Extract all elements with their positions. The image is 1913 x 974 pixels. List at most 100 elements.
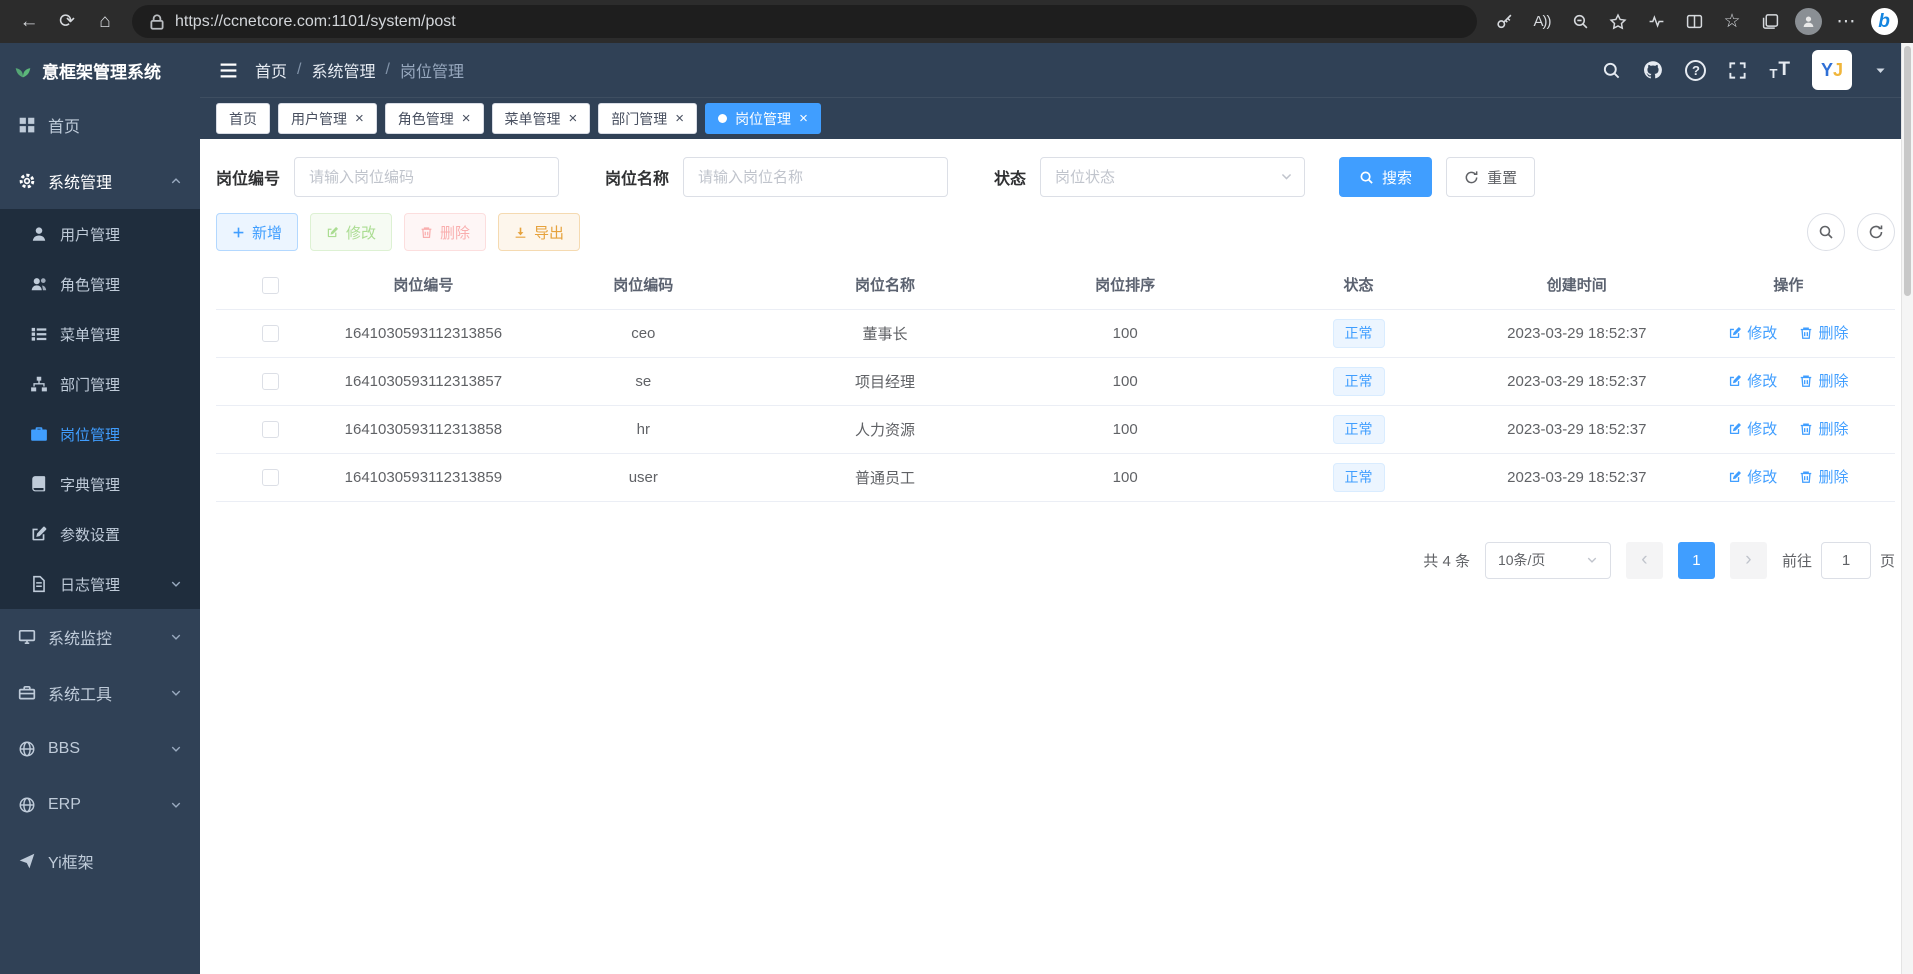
sidebar-item-label: BBS [48,740,80,758]
sidebar-item-parameters[interactable]: 参数设置 [0,509,200,559]
sidebar-item-users[interactable]: 用户管理 [0,209,200,259]
copilot-icon[interactable]: b [1865,5,1903,39]
export-button[interactable]: 导出 [498,213,580,251]
tab-close-icon[interactable]: × [675,111,684,126]
active-tab-dot [718,114,727,123]
address-bar[interactable]: https://ccnetcore.com:1101/system/post [132,5,1477,38]
sidebar-item-posts[interactable]: 岗位管理 [0,409,200,459]
sidebar-item-yi-framework[interactable]: Yi框架 [0,833,200,889]
tab-close-icon[interactable]: × [799,111,808,126]
trash-icon [420,226,433,239]
refresh-table-button[interactable] [1857,213,1895,251]
goto-page-input[interactable] [1821,542,1871,579]
row-checkbox[interactable] [262,421,279,438]
row-delete-link[interactable]: 删除 [1799,466,1848,487]
row-checkbox[interactable] [262,469,279,486]
favorites-bar-icon[interactable]: ☆ [1713,5,1751,39]
scrollbar-thumb[interactable] [1904,46,1911,296]
add-button[interactable]: 新增 [216,213,298,251]
sidebar-item-bbs[interactable]: BBS [0,721,200,777]
select-all-checkbox[interactable] [262,277,279,294]
post-name-input[interactable] [683,157,948,197]
row-edit-link[interactable]: 修改 [1728,370,1777,391]
post-code-input[interactable] [294,157,559,197]
prev-page-button[interactable]: ‹ [1626,542,1663,579]
status-select-input[interactable] [1040,157,1305,197]
sidebar-item-erp[interactable]: ERP [0,777,200,833]
row-delete-link[interactable]: 删除 [1799,322,1848,343]
status-select[interactable] [1040,157,1305,197]
row-edit-link[interactable]: 修改 [1728,418,1777,439]
breadcrumb-home[interactable]: 首页 [255,58,287,82]
row-edit-link[interactable]: 修改 [1728,466,1777,487]
favorites-add-icon[interactable] [1599,5,1637,39]
sidebar-item-dictionary[interactable]: 字典管理 [0,459,200,509]
tab-close-icon[interactable]: × [355,111,364,126]
plus-icon [232,226,245,239]
font-size-icon[interactable]: TT [1769,59,1790,81]
page-size-select[interactable]: 10条/页 [1485,542,1611,579]
delete-button-disabled[interactable]: 删除 [404,213,486,251]
read-aloud-icon[interactable]: A)) [1523,5,1561,39]
sidebar-item-tools[interactable]: 系统工具 [0,665,200,721]
sidebar-item-departments[interactable]: 部门管理 [0,359,200,409]
profile-avatar[interactable] [1789,5,1827,39]
font-size-small-glyph: T [1769,66,1777,81]
search-button[interactable]: 搜索 [1339,157,1432,197]
more-menu-icon[interactable]: ⋯ [1827,5,1865,39]
tab-close-icon[interactable]: × [569,111,578,126]
column-header: 操作 [1682,261,1895,309]
post-name-cell: 人力资源 [765,405,1005,453]
tab-departments[interactable]: 部门管理 × [598,103,697,134]
tab-home[interactable]: 首页 [216,103,270,134]
tab-close-icon[interactable]: × [462,111,471,126]
sidebar-item-label: 用户管理 [60,224,120,245]
sidebar-item-menus[interactable]: 菜单管理 [0,309,200,359]
home-icon: ⌂ [99,11,110,33]
collections-icon[interactable] [1751,5,1789,39]
sidebar-toggle[interactable] [218,60,239,81]
github-icon[interactable] [1643,60,1663,80]
edit-link-label: 修改 [1747,322,1777,343]
tab-roles[interactable]: 角色管理 × [385,103,484,134]
toggle-search-button[interactable] [1807,213,1845,251]
sidebar-item-system[interactable]: 系统管理 [0,153,200,209]
row-checkbox[interactable] [262,325,279,342]
user-avatar[interactable]: YJ [1812,50,1852,90]
sidebar-item-home[interactable]: 首页 [0,97,200,153]
edit-button-disabled[interactable]: 修改 [310,213,392,251]
chevron-down-icon [170,799,182,811]
user-menu-caret-icon[interactable] [1874,64,1887,77]
reset-button[interactable]: 重置 [1446,157,1535,197]
sidebar-item-monitoring[interactable]: 系统监控 [0,609,200,665]
zoom-icon[interactable] [1561,5,1599,39]
fullscreen-icon[interactable] [1728,61,1747,80]
next-page-button[interactable]: › [1730,542,1767,579]
refresh-button[interactable]: ⟳ [48,5,86,39]
status-badge: 正常 [1333,319,1385,348]
browser-essentials-icon[interactable] [1637,5,1675,39]
page-scrollbar[interactable] [1901,43,1913,974]
breadcrumb-system[interactable]: 系统管理 [311,58,375,82]
row-delete-link[interactable]: 删除 [1799,418,1848,439]
help-glyph: ? [1685,60,1706,81]
refresh-icon [1868,224,1884,240]
current-page-button[interactable]: 1 [1678,542,1715,579]
key-icon[interactable] [1485,5,1523,39]
app-logo[interactable]: 意框架管理系统 [0,43,200,97]
row-checkbox[interactable] [262,373,279,390]
tab-menus[interactable]: 菜单管理 × [492,103,591,134]
row-delete-link[interactable]: 删除 [1799,370,1848,391]
tab-users[interactable]: 用户管理 × [278,103,377,134]
sidebar-item-logs[interactable]: 日志管理 [0,559,200,609]
row-edit-link[interactable]: 修改 [1728,322,1777,343]
search-icon[interactable] [1602,61,1621,80]
sidebar: 意框架管理系统 首页 系统管理 用户管理 角色管理 [0,43,200,974]
back-button[interactable]: ← [10,5,48,39]
split-screen-icon[interactable] [1675,5,1713,39]
sidebar-item-roles[interactable]: 角色管理 [0,259,200,309]
app-page: 意框架管理系统 首页 系统管理 用户管理 角色管理 [0,43,1913,974]
help-icon[interactable]: ? [1685,60,1706,81]
home-button[interactable]: ⌂ [86,5,124,39]
tab-posts-active[interactable]: 岗位管理 × [705,103,821,134]
